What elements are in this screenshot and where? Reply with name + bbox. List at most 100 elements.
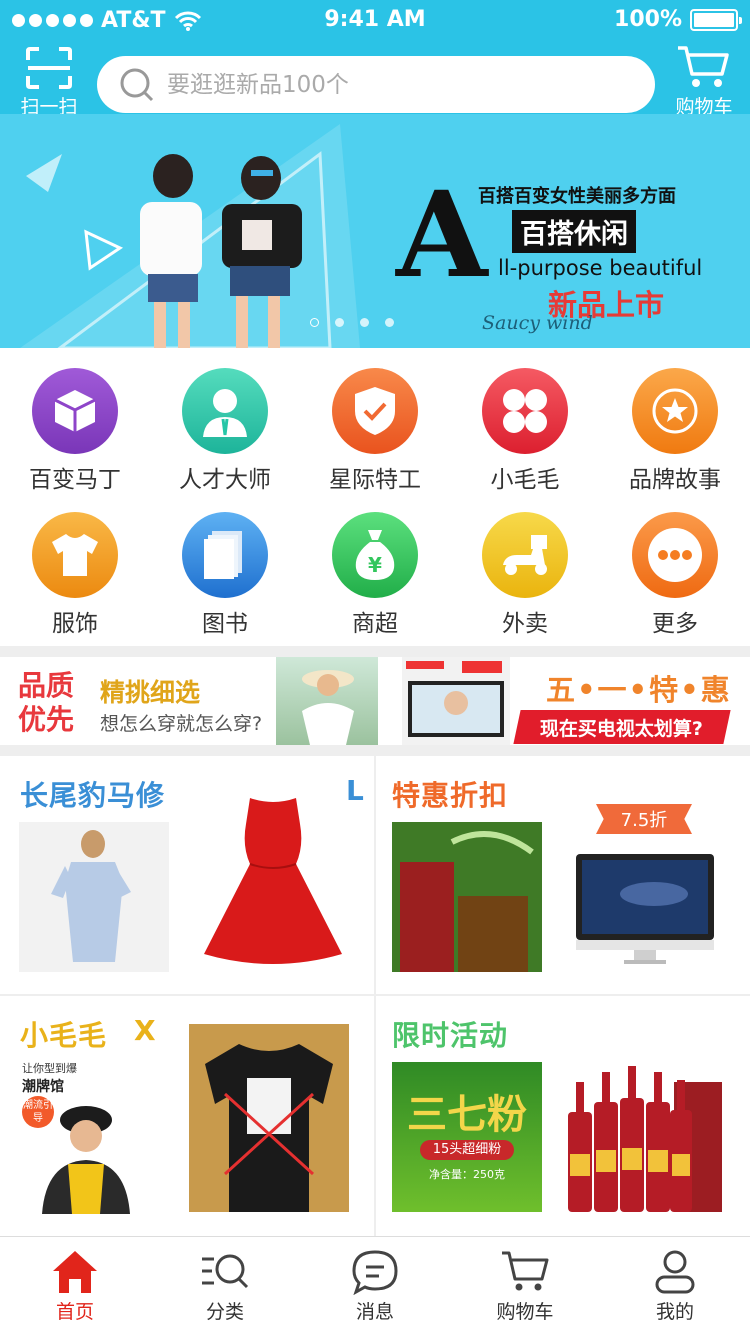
more-icon xyxy=(632,512,718,598)
banner-line3: ll-purpose beautiful xyxy=(498,256,703,280)
powder-spec: 15头超细粉 xyxy=(420,1140,514,1160)
grid-label: 外卖 xyxy=(502,611,548,637)
grid-label: 服饰 xyxy=(52,611,98,637)
pager-dot[interactable] xyxy=(310,318,319,327)
panax-powder-image: 三七粉 15头超细粉 净含量：250克 xyxy=(392,1062,542,1212)
banner-models-image xyxy=(140,154,302,348)
battery-icon xyxy=(690,8,742,31)
panel-title: 长尾豹马修 xyxy=(20,779,166,812)
promo-strip[interactable]: 品质 优先 精挑细选 想怎么穿就怎么穿? 五•一•特•惠 现在买电视太划算? xyxy=(0,657,750,745)
promo-quality-line2: 优先 xyxy=(18,703,75,736)
promo-quality: 品质 优先 xyxy=(18,669,74,737)
panel-letter: X xyxy=(134,1014,157,1047)
powder-weight: 净含量：250克 xyxy=(429,1168,505,1181)
search-icon xyxy=(120,68,154,101)
promo-sub: 想怎么穿就怎么穿? xyxy=(100,713,263,735)
tab-cart[interactable]: 购物车 xyxy=(450,1237,600,1334)
user-icon xyxy=(655,1250,695,1294)
promo-tv-label: 现在买电视太划算? xyxy=(540,717,704,740)
grid-label: 商超 xyxy=(352,611,398,637)
grid-label: 品牌故事 xyxy=(629,467,721,493)
book-icon xyxy=(182,512,268,598)
grid-item-xiaomaomao[interactable]: 小毛毛 xyxy=(450,368,600,494)
black-tshirt-image xyxy=(189,1024,349,1212)
panel-title: 小毛毛 xyxy=(20,1019,108,1052)
grid-item-waimai[interactable]: 外卖 xyxy=(450,512,600,638)
pager-dot[interactable] xyxy=(360,318,369,327)
model-blue-dress-image xyxy=(19,822,169,972)
panel-tehui-zhekou[interactable]: 特惠折扣 7.5折 xyxy=(376,756,750,994)
category-grid: 百变马丁 人才大师 星际特工 小毛毛 品牌故事 服饰 图书 ¥ 商超 外卖 更多 xyxy=(0,348,750,646)
home-icon xyxy=(53,1251,97,1293)
tab-category[interactable]: 分类 xyxy=(150,1237,300,1334)
promo-pick: 精挑细选 xyxy=(100,678,201,707)
banner-big-letter: A xyxy=(396,165,488,304)
tab-label: 购物车 xyxy=(496,1301,554,1323)
powder-name: 三七粉 xyxy=(407,1091,527,1138)
panel-title: 限时活动 xyxy=(392,1019,509,1052)
tab-messages[interactable]: 消息 xyxy=(300,1237,450,1334)
panel-xiaomaomao[interactable]: 小毛毛 X 让你型到爆 潮牌馆 潮流引导 xyxy=(0,996,374,1236)
person-icon xyxy=(182,368,268,454)
tab-label: 首页 xyxy=(55,1301,94,1323)
red-dress-image xyxy=(204,798,342,964)
money-bag-icon: ¥ xyxy=(332,512,418,598)
medal-icon xyxy=(632,368,718,454)
tea-package-image xyxy=(392,822,542,972)
battery-percent: 100% xyxy=(614,7,682,32)
panel-small-text: 让你型到爆 xyxy=(22,1062,77,1075)
panel-xianshi-huodong[interactable]: 限时活动 三七粉 15头超细粉 净含量：250克 xyxy=(376,996,750,1236)
tshirt-icon xyxy=(32,512,118,598)
scan-button[interactable]: 扫一扫 xyxy=(14,46,84,119)
grid-label: 图书 xyxy=(202,611,248,637)
grid-label: 百变马丁 xyxy=(29,467,121,493)
clover-icon xyxy=(482,368,568,454)
grid-item-tushu[interactable]: 图书 xyxy=(150,512,300,638)
divider xyxy=(0,646,750,657)
banner-line1: 百搭百变女性美丽多方面 xyxy=(478,186,676,207)
grid-item-more[interactable]: 更多 xyxy=(600,512,750,638)
cart-button[interactable]: 购物车 xyxy=(672,44,736,119)
banner-script: Saucy wind xyxy=(482,312,593,334)
panel-title: 特惠折扣 xyxy=(392,779,509,812)
grid-item-shangchao[interactable]: ¥ 商超 xyxy=(300,512,450,638)
status-bar: AT&T 9:41 AM 100% xyxy=(0,0,750,40)
promo-tv-button[interactable]: 现在买电视太划算? xyxy=(513,710,731,744)
panel-small-title: 潮牌馆 xyxy=(22,1079,64,1095)
grid-item-baibian-mading[interactable]: 百变马丁 xyxy=(0,368,150,494)
search-input[interactable] xyxy=(167,71,627,98)
grid-label: 星际特工 xyxy=(329,467,421,493)
tab-home[interactable]: 首页 xyxy=(0,1237,150,1334)
promo-tv-image xyxy=(402,657,510,745)
grid-item-fushi[interactable]: 服饰 xyxy=(0,512,150,638)
search-bar[interactable] xyxy=(97,56,655,113)
panel-changwei-baomaxiu[interactable]: 长尾豹马修 L xyxy=(0,756,374,994)
tab-profile[interactable]: 我的 xyxy=(600,1237,750,1334)
panel-divider-horizontal xyxy=(0,994,750,996)
grid-item-rencai-dashi[interactable]: 人才大师 xyxy=(150,368,300,494)
tab-label: 我的 xyxy=(655,1301,694,1323)
panel-letter: L xyxy=(346,774,365,807)
banner-pager[interactable] xyxy=(310,318,394,327)
grid-item-pinpai-gushi[interactable]: 品牌故事 xyxy=(600,368,750,494)
cart-icon xyxy=(502,1251,549,1291)
tab-label: 分类 xyxy=(205,1301,244,1323)
discount-label: 7.5折 xyxy=(620,810,668,831)
shield-icon xyxy=(332,368,418,454)
pager-dot[interactable] xyxy=(385,318,394,327)
grid-item-xingji-tegong[interactable]: 星际特工 xyxy=(300,368,450,494)
category-search-icon xyxy=(202,1254,249,1289)
grid-label: 小毛毛 xyxy=(490,467,560,493)
promo-quality-line1: 品质 xyxy=(18,669,75,702)
promo-may-day-sale: 五•一•特•惠 xyxy=(546,673,732,707)
cube-icon xyxy=(32,368,118,454)
discount-badge: 7.5折 xyxy=(596,804,692,834)
header: AT&T 9:41 AM 100% 扫一扫 要逛逛新品100个 购物车 xyxy=(0,0,750,118)
promo-model-image xyxy=(276,657,378,745)
pager-dot[interactable] xyxy=(335,318,344,327)
promo-banner[interactable]: 百搭百变女性美丽多方面 A 百搭休闲 ll-purpose beautiful … xyxy=(0,114,750,348)
svg-text:¥: ¥ xyxy=(368,553,382,577)
wine-bottles-image xyxy=(568,1066,722,1212)
divider xyxy=(0,745,750,756)
monitor-image xyxy=(576,854,714,964)
